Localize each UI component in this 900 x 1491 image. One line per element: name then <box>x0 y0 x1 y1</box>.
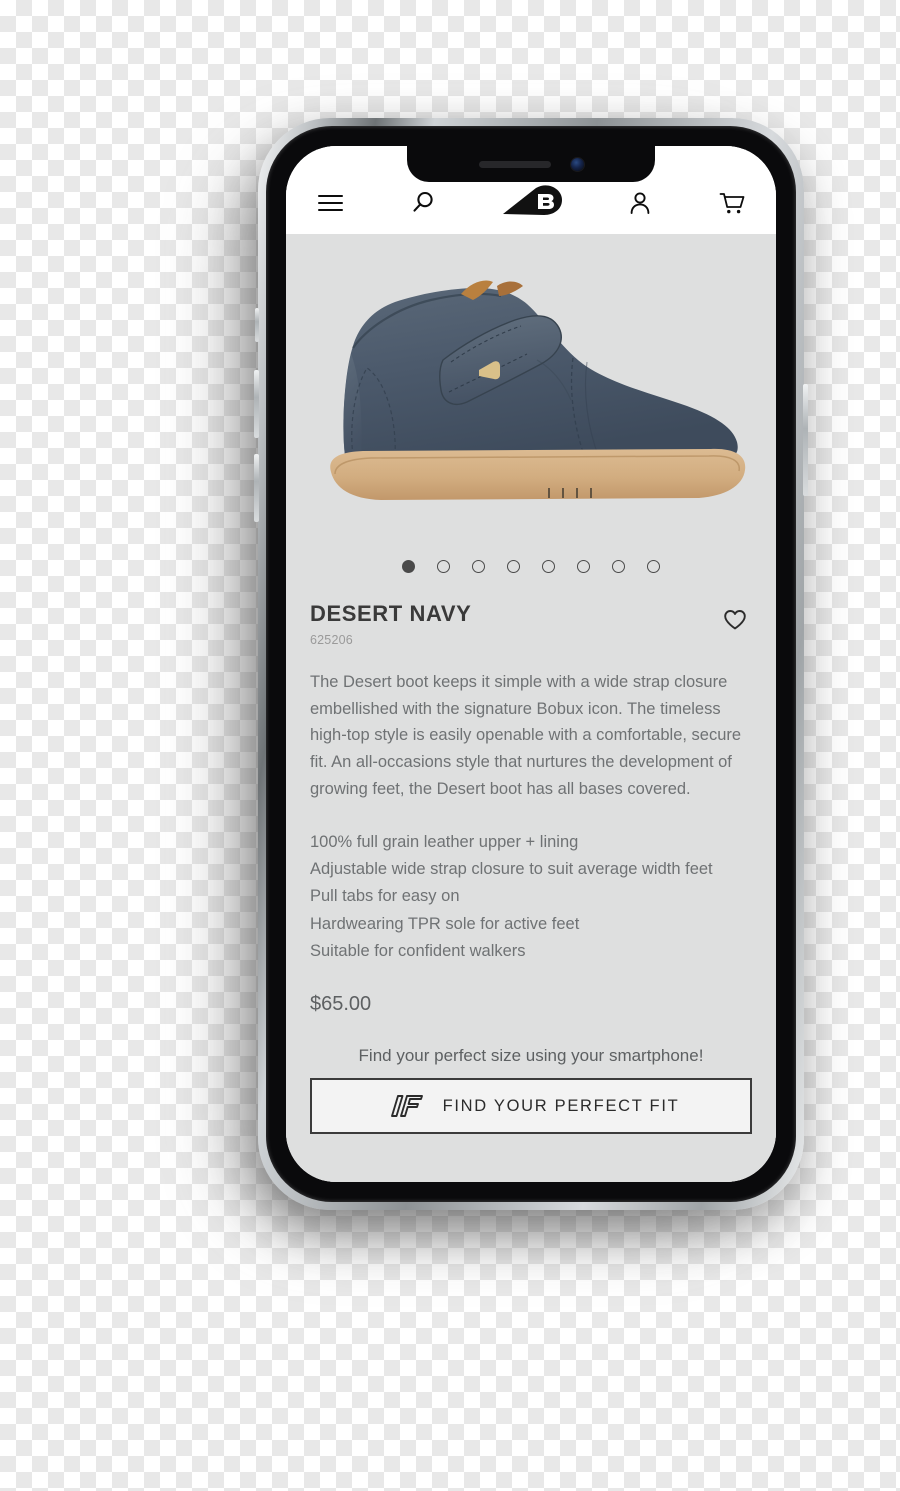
earpiece-speaker-icon <box>478 160 551 168</box>
gallery-dot-2[interactable] <box>437 560 450 573</box>
device-bezel: DESERT NAVY 625206 The Desert boot keeps… <box>266 126 796 1202</box>
product-feature-list: 100% full grain leather upper + lining Ad… <box>310 829 752 966</box>
heart-outline-icon[interactable] <box>718 603 752 637</box>
product-image-gallery[interactable] <box>286 234 776 550</box>
feature-item: Hardwearing TPR sole for active feet <box>310 914 580 933</box>
gallery-dot-8[interactable] <box>647 560 660 573</box>
hamburger-menu-icon[interactable] <box>310 186 350 220</box>
hamburger-lines <box>317 195 343 211</box>
power-button[interactable] <box>803 384 808 496</box>
feature-item: Suitable for confident walkers <box>310 942 526 961</box>
product-description: The Desert boot keeps it simple with a w… <box>310 673 742 798</box>
page-title: DESERT NAVY <box>310 601 472 626</box>
feature-item: Pull tabs for easy on <box>310 887 460 906</box>
product-title-block: DESERT NAVY 625206 <box>310 601 471 647</box>
fit-button-label: FIND YOUR PERFECT FIT <box>442 1096 680 1115</box>
product-price: $65.00 <box>310 993 372 1016</box>
feature-item: 100% full grain leather upper + lining <box>310 832 579 851</box>
volume-up-button[interactable] <box>254 370 259 438</box>
user-account-icon[interactable] <box>620 186 660 220</box>
product-image <box>301 242 761 542</box>
front-camera-icon <box>570 157 584 171</box>
product-sku: 625206 <box>310 633 353 647</box>
device-notch <box>407 146 655 182</box>
silent-switch-button[interactable] <box>255 308 259 342</box>
gallery-pagination-dots[interactable] <box>286 550 776 579</box>
product-info-section: DESERT NAVY 625206 The Desert boot keeps… <box>286 579 776 1182</box>
product-title-row: DESERT NAVY 625206 <box>310 601 752 647</box>
gallery-dot-1[interactable] <box>402 560 415 573</box>
feature-item: Adjustable wide strap closure to suit av… <box>310 859 713 878</box>
fit-finder-tagline: Find your perfect size using your smartp… <box>358 1046 704 1066</box>
gallery-dot-3[interactable] <box>472 560 485 573</box>
volume-down-button[interactable] <box>254 454 259 522</box>
find-your-perfect-fit-button[interactable]: FIND YOUR PERFECT FIT <box>310 1078 752 1135</box>
smartphone-device: DESERT NAVY 625206 The Desert boot keeps… <box>254 118 808 1210</box>
gallery-dot-5[interactable] <box>542 560 555 573</box>
gallery-dot-4[interactable] <box>507 560 520 573</box>
device-screen: DESERT NAVY 625206 The Desert boot keeps… <box>286 146 776 1182</box>
canvas: DESERT NAVY 625206 The Desert boot keeps… <box>0 0 900 1491</box>
search-icon[interactable] <box>403 186 443 220</box>
product-detail-page: DESERT NAVY 625206 The Desert boot keeps… <box>286 146 776 1182</box>
gallery-dot-7[interactable] <box>612 560 625 573</box>
gallery-dot-6[interactable] <box>577 560 590 573</box>
fit-finder-logo-icon <box>383 1091 427 1121</box>
shopping-cart-icon[interactable] <box>712 186 752 220</box>
bobux-logo[interactable] <box>495 182 567 220</box>
